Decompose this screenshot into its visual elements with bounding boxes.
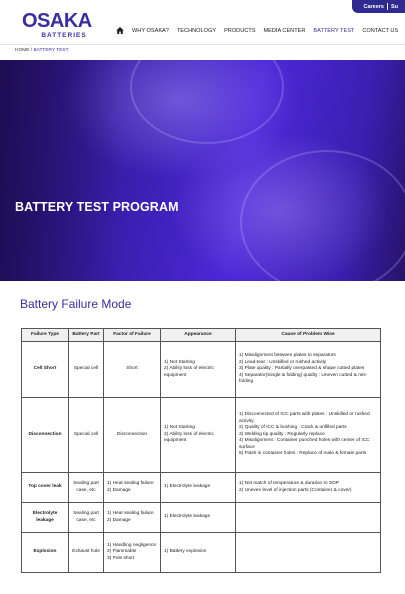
- nav-item-media-center[interactable]: MEDIA CENTER: [263, 28, 305, 34]
- hero-title: BATTERY TEST PROGRAM: [15, 200, 179, 214]
- column-header: Appearance: [160, 328, 236, 342]
- logo[interactable]: OSAKA BATTERIES: [22, 11, 102, 39]
- hero-shade: [0, 60, 120, 281]
- column-header: Failure Type: [21, 328, 69, 342]
- breadcrumb-separator: /: [30, 48, 33, 53]
- table-row: Electrolyte leakage Sealing part case, e…: [21, 502, 381, 533]
- main-nav: WHY OSAKA? TECHNOLOGY PRODUCTS MEDIA CEN…: [116, 27, 405, 34]
- cause-cell: 1) Misalignment between plates to separa…: [235, 341, 381, 398]
- breadcrumb: HOME / BATTERY TEST: [15, 48, 69, 53]
- battery-part-cell: Special cell: [68, 397, 104, 473]
- column-header: Battery Part: [68, 328, 104, 342]
- table-row: Cell Short Special cell Short 1) Not Sta…: [21, 341, 381, 398]
- careers-link[interactable]: Careers: [360, 4, 387, 10]
- cause-cell: [235, 502, 381, 533]
- utility-link[interactable]: Su: [388, 4, 401, 10]
- failure-type-cell: Top cover leak: [21, 472, 69, 503]
- nav-item-why-osaka[interactable]: WHY OSAKA?: [132, 28, 169, 34]
- battery-part-cell: Sealing part case, etc: [68, 472, 104, 503]
- cause-cell: [235, 532, 381, 573]
- failure-type-cell: Cell Short: [21, 341, 69, 398]
- failure-type-cell: Explosion: [21, 532, 69, 573]
- nav-item-technology[interactable]: TECHNOLOGY: [177, 28, 216, 34]
- battery-part-cell: Sealing part case, etc: [68, 502, 104, 533]
- breadcrumb-home[interactable]: HOME: [15, 48, 29, 53]
- nav-item-products[interactable]: PRODUCTS: [224, 28, 255, 34]
- table-header-row: Failure Type Battery Part Factor of Fail…: [21, 328, 381, 342]
- battery-part-cell: Special cell: [68, 341, 104, 398]
- utility-bar: Careers Su: [352, 0, 405, 13]
- logo-subtitle: BATTERIES: [41, 32, 87, 39]
- nav-item-battery-test[interactable]: BATTERY TEST: [313, 28, 354, 34]
- factor-cell: 1) Handling negligence 2) Flammable 3) P…: [103, 532, 161, 573]
- table-row: Top cover leak Sealing part case, etc 1)…: [21, 472, 381, 503]
- hero-banner: BATTERY TEST PROGRAM: [0, 60, 405, 281]
- column-header: Cause of Problem Wise: [235, 328, 381, 342]
- section-title: Battery Failure Mode: [20, 297, 132, 311]
- factor-cell: 1) Heat sealing failure 2) Damage: [103, 502, 161, 533]
- breadcrumb-current: BATTERY TEST: [33, 48, 69, 53]
- battery-part-cell: Exhaust hole: [68, 532, 104, 573]
- appearance-cell: 1) Not Starting 2) Ability loss of elect…: [160, 397, 236, 473]
- cause-cell: 1) Not match of temperature & duration t…: [235, 472, 381, 503]
- failure-type-cell: Electrolyte leakage: [21, 502, 69, 533]
- cause-cell: 1) Disconnected of ICC parts with plates…: [235, 397, 381, 473]
- factor-cell: Short: [103, 341, 161, 398]
- column-header: Factor of Failure: [103, 328, 161, 342]
- nav-item-contact-us[interactable]: CONTACT US: [362, 28, 398, 34]
- table-row: Explosion Exhaust hole 1) Handling negli…: [21, 532, 381, 573]
- logo-word: OSAKA: [22, 10, 92, 32]
- failure-type-cell: Disconnection: [21, 397, 69, 473]
- failure-mode-table: Failure Type Battery Part Factor of Fail…: [21, 328, 381, 573]
- table-row: Disconnection Special cell Disconnection…: [21, 397, 381, 473]
- appearance-cell: 1) Not Starting 2) Ability loss of elect…: [160, 341, 236, 398]
- appearance-cell: 1) Electrolyte leakage: [160, 472, 236, 503]
- home-icon[interactable]: [116, 27, 124, 34]
- factor-cell: 1) Heat sealing failure 2) Damage: [103, 472, 161, 503]
- appearance-cell: 1) Battery explosion: [160, 532, 236, 573]
- appearance-cell: 1) Electrolyte leakage: [160, 502, 236, 533]
- factor-cell: Disconnection: [103, 397, 161, 473]
